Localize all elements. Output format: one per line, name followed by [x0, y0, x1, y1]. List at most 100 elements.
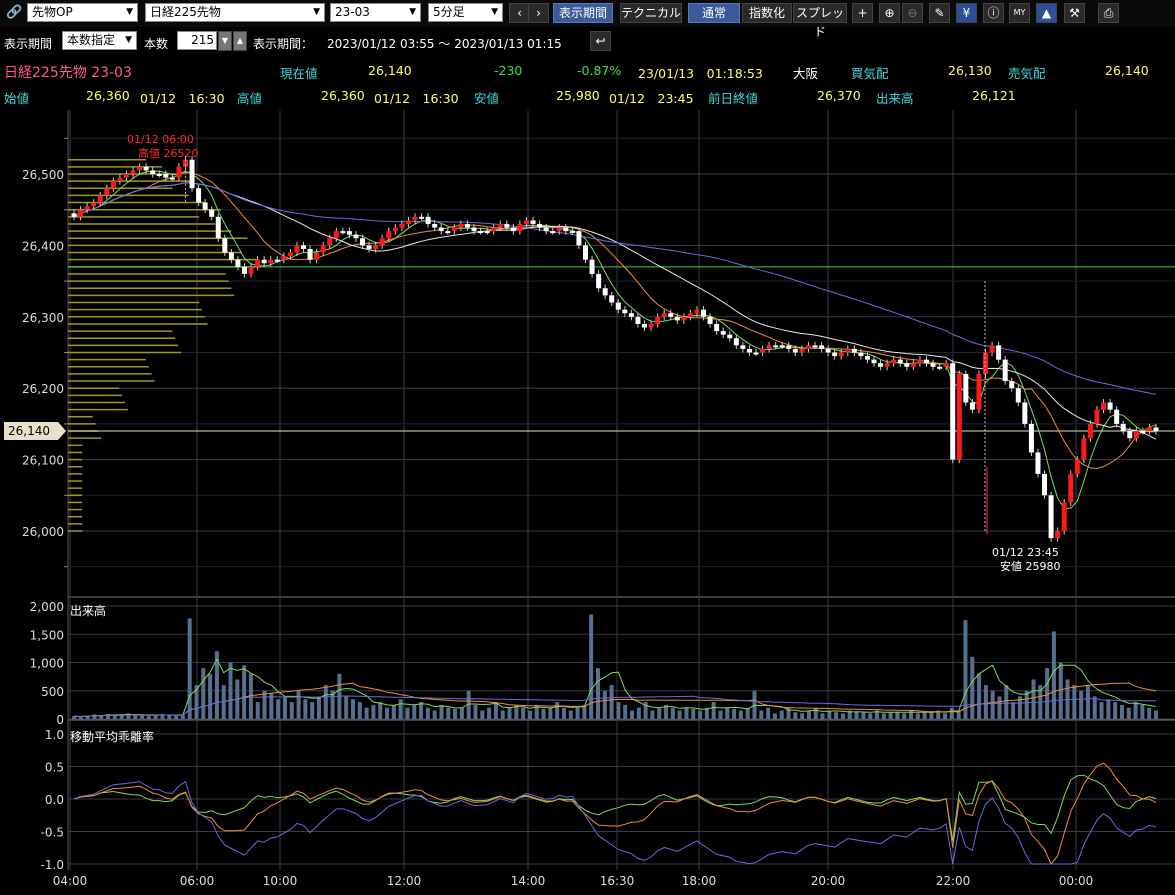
candle-body: [1114, 409, 1120, 424]
index-button[interactable]: 指数化: [742, 3, 792, 23]
volume-bar: [255, 702, 260, 719]
volume-bar: [1072, 685, 1077, 719]
contract-select[interactable]: 23-03 ▼: [330, 3, 421, 22]
volume-ma-line: [73, 695, 1157, 718]
open-time: 01/12 16:30: [140, 91, 225, 106]
count-label: 本数: [144, 37, 169, 51]
quote-row: 日経225先物 23-03 現在値 26,140 -230 -0.87% 23/…: [0, 63, 1175, 81]
volume-bar: [521, 707, 526, 719]
candle-body: [1055, 531, 1061, 539]
yen-icon[interactable]: ¥: [956, 3, 977, 23]
volume-bar: [670, 707, 675, 719]
candle-body: [996, 345, 1002, 360]
crosshair-icon[interactable]: +: [852, 3, 873, 23]
symbol-select[interactable]: 日経225先物 ▼: [145, 3, 325, 22]
x-tick-label: 14:00: [511, 874, 546, 888]
candle-body: [589, 259, 595, 274]
volume-ma-line: [73, 658, 1157, 718]
candle-body: [104, 188, 110, 196]
candle-body: [943, 363, 949, 367]
candle-body: [189, 159, 195, 189]
candle-body: [202, 202, 208, 210]
x-tick-label: 10:00: [263, 874, 298, 888]
mode-select[interactable]: 本数指定 ▼: [62, 31, 137, 50]
volume-bar: [936, 710, 941, 719]
spread-button[interactable]: スプレッド: [793, 3, 847, 39]
zoom-out-icon[interactable]: ⊖: [902, 3, 923, 23]
candles: [71, 156, 1159, 542]
interval-select[interactable]: 5分足 ▼: [428, 3, 503, 22]
prev-close-value: 26,370: [817, 88, 861, 103]
volume-bar: [180, 715, 185, 719]
candle-body: [137, 166, 143, 171]
pencil-icon[interactable]: ✎: [929, 3, 950, 23]
candle-body: [320, 245, 326, 253]
candle-body: [1140, 431, 1146, 434]
high-annotation-time: 01/12 06:00: [127, 133, 194, 146]
current-price-tag-shape: [4, 422, 66, 441]
candle-body: [799, 348, 805, 353]
zoom-in-icon[interactable]: ⊕: [879, 3, 900, 23]
market-select[interactable]: 先物OP ▼: [27, 3, 138, 22]
volume-bar: [316, 696, 321, 719]
candle-body: [458, 223, 464, 228]
volume-bar: [888, 712, 893, 719]
volume-bar: [698, 710, 703, 719]
volume-bar: [949, 707, 954, 719]
osc-tick-label: 0.5: [45, 761, 64, 775]
period-button[interactable]: 表示期間: [553, 3, 613, 23]
volume-bar: [568, 710, 573, 719]
chart-grid: [64, 110, 1175, 870]
volume-bar: [1154, 710, 1158, 719]
volume-bar: [1038, 685, 1043, 719]
candle-body: [812, 345, 818, 348]
volume-bar: [330, 690, 335, 719]
candle-body: [346, 231, 352, 235]
volume-bar: [868, 713, 873, 719]
info-icon[interactable]: ⓘ: [983, 3, 1004, 23]
volume-bar: [507, 707, 512, 719]
candle-body: [1028, 423, 1034, 453]
volume-bar: [582, 704, 587, 719]
next-arrow-icon[interactable]: ›: [528, 3, 549, 23]
osc-tick-label: -1.0: [41, 858, 64, 872]
chart-area[interactable]: 04:00 06:00 10:00 12:00 14:00 16:30 18:00 20:00…: [0, 0, 1175, 895]
candle-body: [976, 373, 982, 410]
volume-bar: [187, 618, 192, 719]
candle-body: [307, 248, 313, 260]
candle-body: [117, 177, 123, 182]
prev-arrow-icon[interactable]: ‹: [509, 3, 530, 23]
chart-type-icon[interactable]: ▲: [1036, 3, 1057, 23]
candle-body: [832, 352, 838, 357]
candle-body: [727, 334, 733, 339]
count-up-icon[interactable]: ▲: [233, 31, 247, 51]
print-icon[interactable]: ⎙: [1098, 3, 1119, 23]
candle-body: [1002, 359, 1008, 382]
normal-button[interactable]: 通常: [688, 3, 740, 23]
volume-bar: [847, 710, 852, 719]
volume-bar: [1140, 704, 1145, 719]
count-input[interactable]: 215: [177, 31, 217, 50]
ma-line: [73, 171, 1157, 470]
candle-body: [451, 227, 457, 232]
volume-bar: [990, 690, 995, 719]
candle-body: [386, 231, 392, 239]
candle-body: [412, 216, 418, 221]
reset-icon[interactable]: ↩: [590, 31, 611, 51]
candle-body: [701, 309, 707, 317]
candle-body: [707, 316, 713, 324]
volume-bar: [1079, 690, 1084, 719]
candle-body: [235, 259, 241, 267]
candle-body: [1101, 402, 1107, 410]
wrench-icon[interactable]: ⚒: [1064, 3, 1085, 23]
my-indicator-icon[interactable]: MY: [1009, 3, 1030, 23]
count-down-icon[interactable]: ▼: [218, 31, 232, 51]
candle-body: [851, 348, 857, 353]
volume-bar: [561, 707, 566, 719]
candle-body: [471, 227, 477, 232]
price-profile: [68, 158, 261, 532]
candle-body: [215, 216, 221, 239]
technical-button[interactable]: テクニカル: [620, 3, 682, 23]
candle-body: [163, 174, 169, 178]
osc-tick-label: 0.0: [45, 793, 64, 807]
